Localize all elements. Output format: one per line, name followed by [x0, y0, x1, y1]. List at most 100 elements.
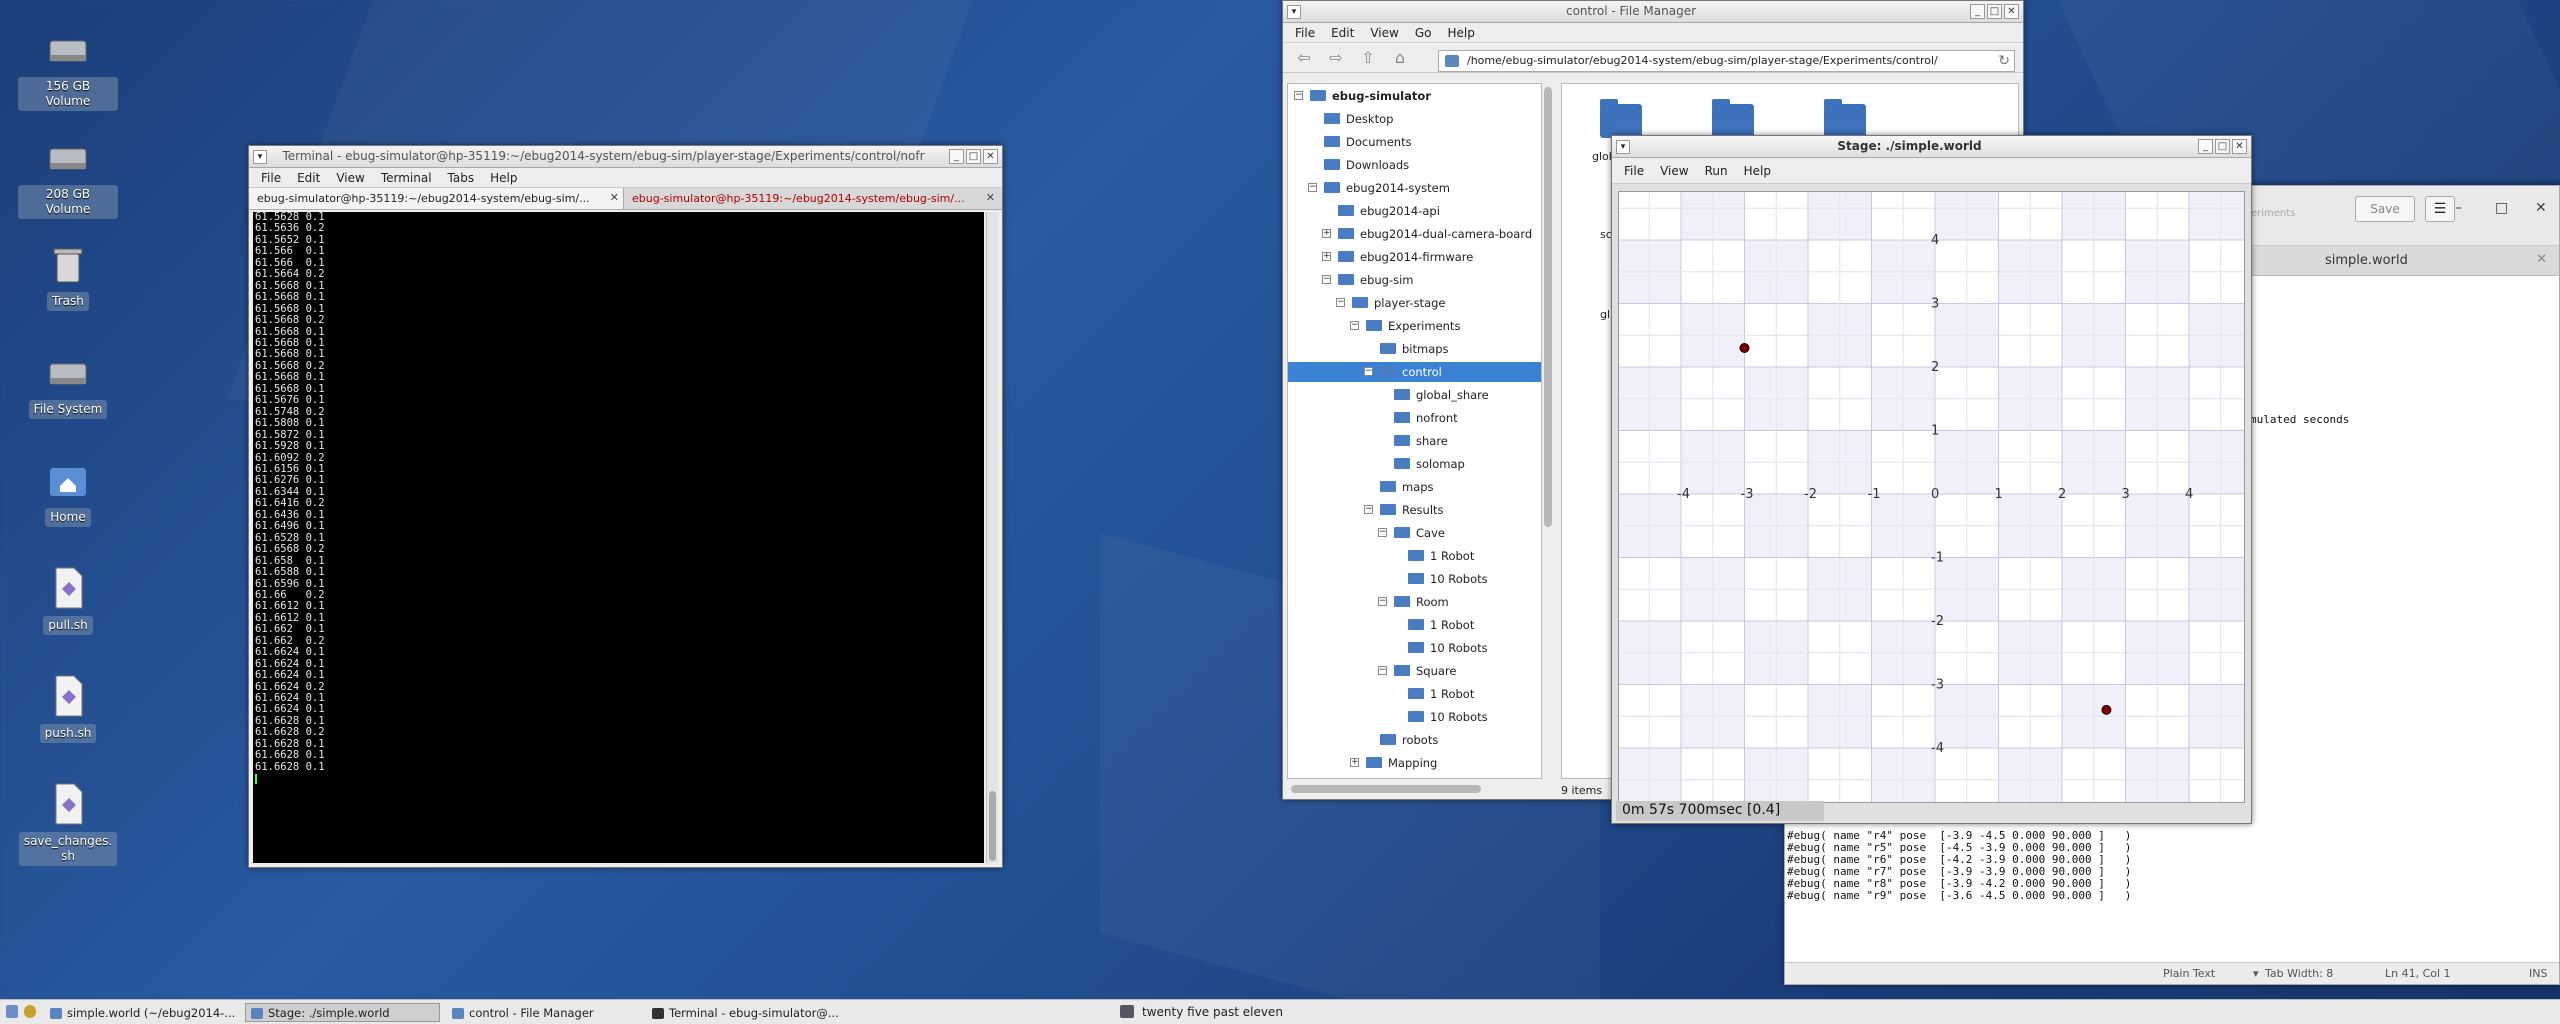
cursor-position[interactable]: Ln 41, Col 1 — [2385, 967, 2451, 980]
tree-item[interactable]: maps — [1288, 477, 1541, 497]
editor-text-lines[interactable]: #ebug( name "r4" pose [-3.9 -4.5 0.000 9… — [1787, 830, 2131, 902]
tree-item[interactable]: Desktop — [1288, 109, 1541, 129]
tree-item[interactable]: − player-stage — [1288, 293, 1541, 313]
minimize-icon[interactable]: – — [2455, 200, 2462, 216]
folder-icon[interactable] — [1600, 99, 1642, 138]
menu-help[interactable]: Help — [1439, 26, 1482, 40]
terminal-tab-1[interactable]: ebug-simulator@hp-35119:~/ebug2014-syste… — [249, 188, 624, 209]
collapse-icon[interactable]: − — [1378, 666, 1387, 675]
task-simple-world[interactable]: simple.world (~/ebug2014-... — [44, 1003, 242, 1022]
app-menu-icon[interactable] — [6, 1005, 18, 1018]
save-button[interactable]: Save — [2355, 196, 2415, 222]
forward-arrow-icon[interactable]: ⇨ — [1323, 47, 1349, 69]
minimize-icon[interactable]: _ — [949, 149, 964, 164]
folder-label[interactable]: sc — [1600, 228, 1612, 241]
tree-horizontal-scrollbar[interactable] — [1287, 783, 1542, 795]
network-icon[interactable] — [1120, 1005, 1134, 1018]
tree-item[interactable]: − control — [1288, 362, 1541, 382]
window-menu-icon[interactable]: ▾ — [253, 150, 267, 164]
terminal-titlebar[interactable]: ▾ Terminal - ebug-simulator@hp-35119:~/e… — [249, 146, 1002, 168]
menu-run[interactable]: Run — [1697, 164, 1736, 178]
tree-item[interactable]: − Experiments — [1288, 316, 1541, 336]
collapse-icon[interactable]: − — [1336, 298, 1345, 307]
tab-width-selector[interactable]: Tab Width: 8 — [2265, 967, 2333, 980]
menu-file[interactable]: File — [1616, 164, 1652, 178]
scrollbar-thumb[interactable] — [989, 791, 996, 861]
hamburger-menu-icon[interactable]: ☰ — [2425, 196, 2455, 222]
tree-item[interactable]: 1 Robot — [1288, 546, 1541, 566]
expand-icon[interactable]: + — [1350, 758, 1359, 767]
maximize-icon[interactable]: □ — [966, 149, 981, 164]
desktop-icon-156gb[interactable]: 156 GB Volume — [18, 25, 118, 111]
menu-view[interactable]: View — [328, 171, 372, 185]
up-arrow-icon[interactable]: ⇧ — [1355, 47, 1381, 69]
refresh-icon[interactable]: ↻ — [1998, 53, 2010, 69]
location-bar[interactable]: /home/ebug-simulator/ebug2014-system/ebu… — [1438, 50, 2015, 72]
tree-scrollbar[interactable] — [1543, 83, 1553, 779]
desktop-icon-pull-sh[interactable]: pull.sh — [18, 564, 118, 635]
close-tab-icon[interactable]: ✕ — [2536, 252, 2547, 267]
maximize-icon[interactable]: □ — [1987, 4, 2002, 19]
tree-item[interactable]: − ebug-sim — [1288, 270, 1541, 290]
collapse-icon[interactable]: − — [1322, 275, 1331, 284]
tree-item[interactable]: + Mapping — [1288, 753, 1541, 773]
file-manager-titlebar[interactable]: ▾ control - File Manager _ □ ✕ — [1283, 1, 2023, 23]
menu-help[interactable]: Help — [482, 171, 525, 185]
tree-item[interactable]: bitmaps — [1288, 339, 1541, 359]
scrollbar-thumb[interactable] — [1291, 785, 1481, 793]
desktop-icon-push-sh[interactable]: push.sh — [18, 672, 118, 743]
terminal-scrollbar[interactable] — [986, 212, 998, 863]
menu-terminal[interactable]: Terminal — [373, 171, 440, 185]
maximize-icon[interactable]: □ — [2215, 139, 2230, 154]
tree-item[interactable]: Documents — [1288, 132, 1541, 152]
task-terminal[interactable]: Terminal - ebug-simulator@... — [646, 1003, 842, 1022]
language-selector[interactable]: Plain Text — [2163, 967, 2215, 980]
tree-item[interactable]: share — [1288, 431, 1541, 451]
tree-item[interactable]: global_share — [1288, 385, 1541, 405]
menu-go[interactable]: Go — [1407, 26, 1440, 40]
minimize-icon[interactable]: _ — [1970, 4, 1985, 19]
folder-icon[interactable] — [1712, 99, 1754, 138]
world-view[interactable]: -4 -3 -2 -1 0 1 2 3 4 4 3 2 1 -1 -2 -3 -4 — [1554, 113, 2316, 875]
collapse-icon[interactable]: − — [1378, 528, 1387, 537]
menu-edit[interactable]: Edit — [289, 171, 328, 185]
tree-item[interactable]: nofront — [1288, 408, 1541, 428]
collapse-icon[interactable]: − — [1364, 505, 1373, 514]
tree-item[interactable]: 1 Robot — [1288, 615, 1541, 635]
folder-icon[interactable] — [1824, 99, 1866, 138]
window-menu-icon[interactable]: ▾ — [1616, 140, 1630, 154]
expand-icon[interactable]: + — [1322, 252, 1331, 261]
tree-item[interactable]: 1 Robot — [1288, 684, 1541, 704]
desktop-icon-filesystem[interactable]: File System — [18, 348, 118, 419]
collapse-icon[interactable]: − — [1308, 183, 1317, 192]
tree-item[interactable]: − Results — [1288, 500, 1541, 520]
close-icon[interactable]: ✕ — [983, 149, 998, 164]
close-icon[interactable]: ✕ — [2232, 139, 2247, 154]
tree-item[interactable]: robots — [1288, 730, 1541, 750]
clock[interactable]: twenty five past eleven — [1142, 1005, 1283, 1019]
tree-item[interactable]: ebug2014-api — [1288, 201, 1541, 221]
tree-item[interactable]: 10 Robots — [1288, 638, 1541, 658]
home-icon[interactable]: ⌂ — [1387, 47, 1413, 69]
maximize-icon[interactable]: □ — [2495, 200, 2508, 216]
desktop-icon-trash[interactable]: Trash — [18, 240, 118, 311]
close-tab-icon[interactable]: ✕ — [610, 191, 619, 204]
tree-item[interactable]: + ebug2014-firmware — [1288, 247, 1541, 267]
desktop-icon-208gb[interactable]: 208 GB Volume — [18, 133, 118, 219]
menu-view[interactable]: View — [1652, 164, 1696, 178]
menu-tabs[interactable]: Tabs — [440, 171, 483, 185]
task-file-manager[interactable]: control - File Manager — [446, 1003, 642, 1022]
desktop-icon-home[interactable]: Home — [18, 456, 118, 527]
task-stage[interactable]: Stage: ./simple.world — [245, 1003, 440, 1022]
show-desktop-icon[interactable] — [24, 1005, 36, 1018]
scrollbar-thumb[interactable] — [1544, 87, 1552, 527]
desktop-icon-save-changes-sh[interactable]: save_changes. sh — [18, 780, 118, 866]
terminal-output[interactable]: 61.5628 0.1 61.5636 0.2 61.5652 0.1 61.566 … — [253, 212, 984, 863]
window-menu-icon[interactable]: ▾ — [1287, 5, 1301, 19]
tree-item[interactable]: − Square — [1288, 661, 1541, 681]
tree-item[interactable]: − ebug2014-system — [1288, 178, 1541, 198]
terminal-tab-2[interactable]: ebug-simulator@hp-35119:~/ebug2014-syste… — [624, 188, 999, 209]
back-arrow-icon[interactable]: ⇦ — [1291, 47, 1317, 69]
collapse-icon[interactable]: − — [1364, 367, 1373, 376]
close-tab-icon[interactable]: ✕ — [986, 191, 995, 204]
